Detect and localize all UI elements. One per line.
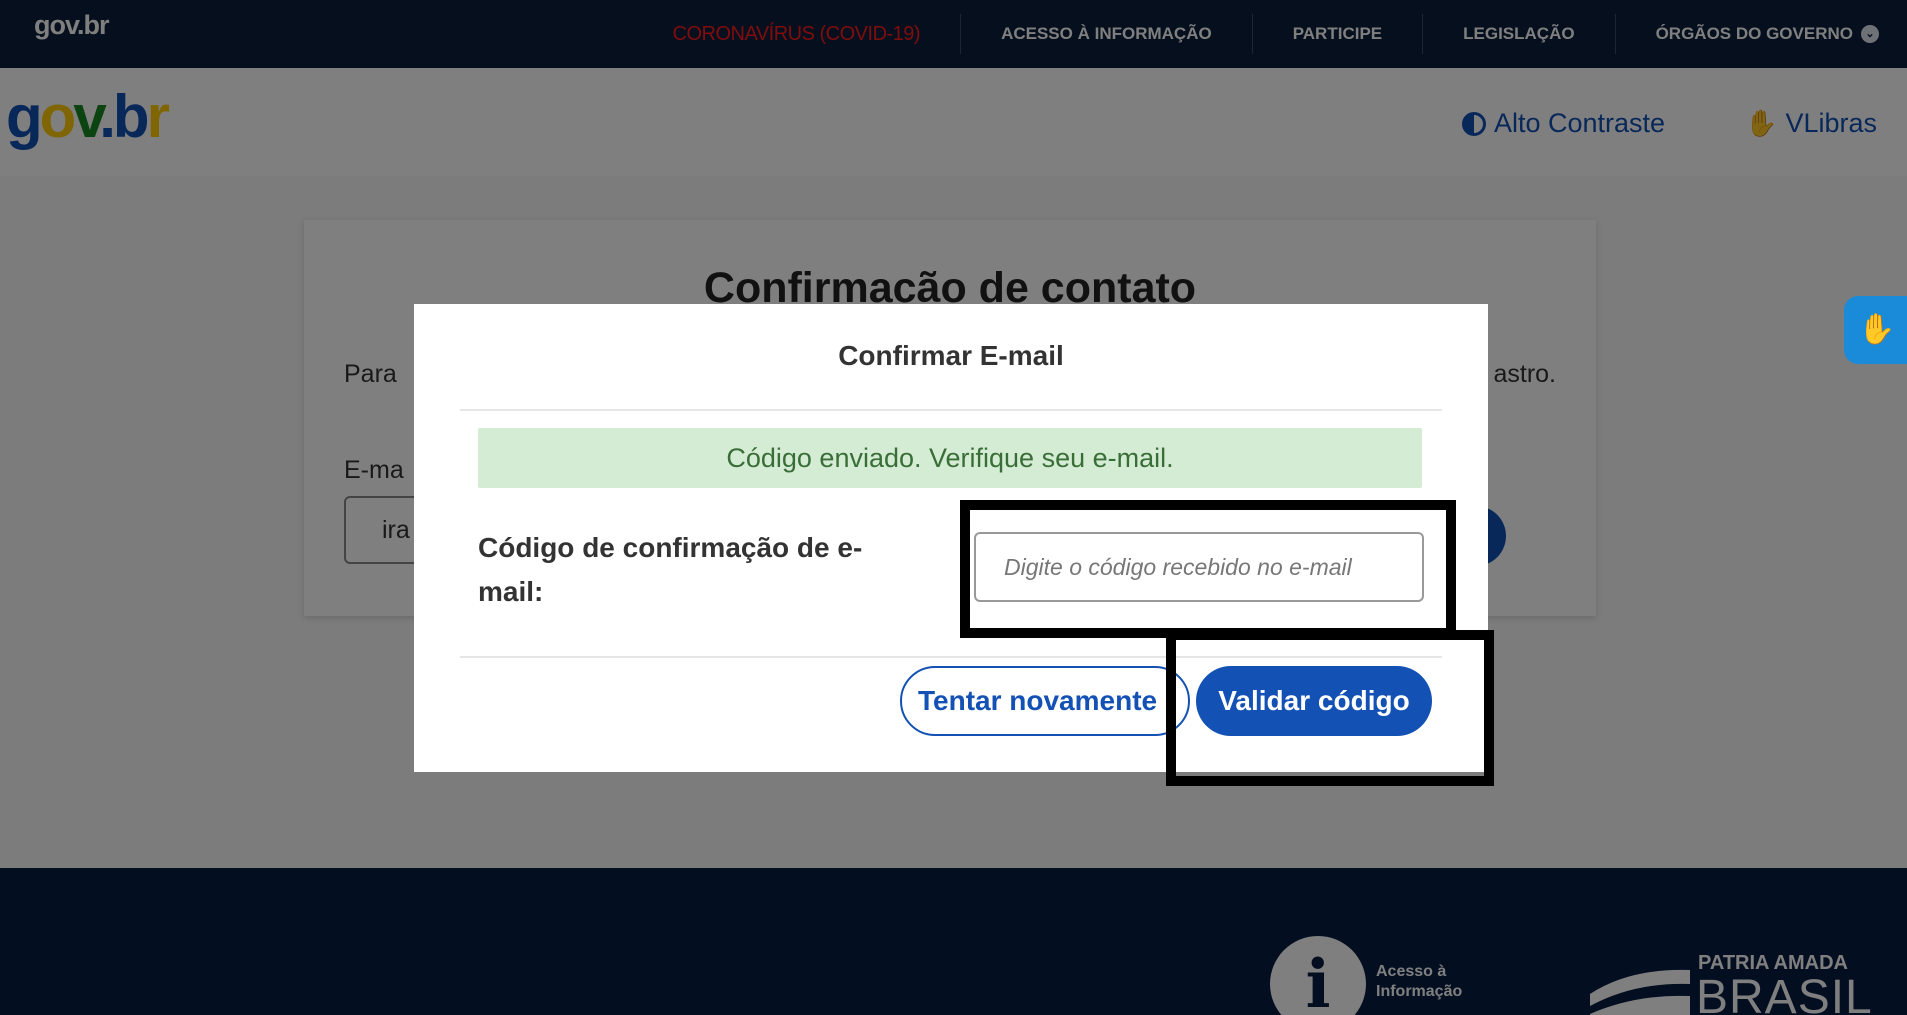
sign-language-icon: ✋ — [1858, 313, 1896, 346]
success-alert: Código enviado. Verifique seu e-mail. — [478, 428, 1422, 488]
retry-button[interactable]: Tentar novamente — [900, 666, 1190, 736]
vlibras-widget-button[interactable]: ✋ — [1844, 296, 1907, 364]
divider — [460, 409, 1442, 411]
confirmation-code-label: Código de confirmação de e-mail: — [478, 532, 863, 607]
highlight-box-validate-button — [1166, 630, 1494, 786]
highlight-box-code-input — [960, 500, 1456, 638]
modal-title: Confirmar E-mail — [838, 340, 1064, 371]
